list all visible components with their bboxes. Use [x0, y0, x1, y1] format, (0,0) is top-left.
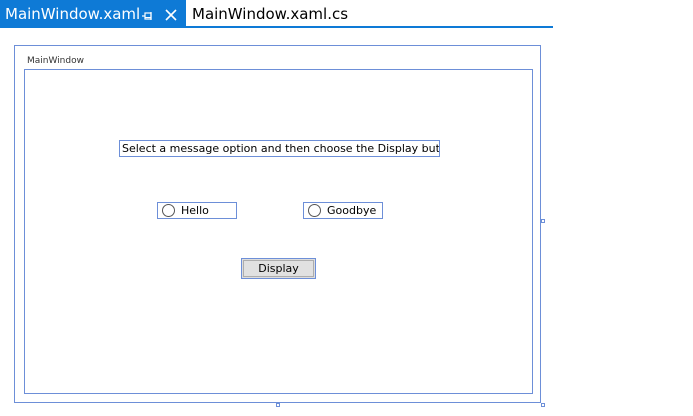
instruction-textblock[interactable]: Select a message option and then choose … — [119, 140, 440, 157]
tab-label: MainWindow.xaml — [5, 5, 141, 23]
tab-mainwindow-xaml[interactable]: MainWindow.xaml — [0, 0, 186, 28]
display-button[interactable]: Display — [241, 258, 316, 279]
radio-label: Goodbye — [327, 204, 377, 217]
tab-mainwindow-xaml-cs[interactable]: MainWindow.xaml.cs — [186, 0, 349, 26]
close-icon[interactable] — [164, 7, 178, 21]
radio-label: Hello — [181, 204, 209, 217]
display-button-label: Display — [243, 260, 314, 277]
tab-label: MainWindow.xaml.cs — [192, 5, 349, 23]
resize-handle-bottom[interactable] — [276, 403, 280, 407]
radio-circle-icon — [162, 204, 175, 217]
xaml-designer-view: MainWindow.xaml MainWindow.xaml.cs MainW… — [0, 0, 693, 416]
resize-handle-right[interactable] — [541, 219, 545, 223]
window-client-area[interactable] — [24, 69, 533, 394]
document-tab-strip: MainWindow.xaml MainWindow.xaml.cs — [0, 0, 553, 28]
tab-underline — [0, 26, 553, 28]
pin-icon[interactable] — [140, 8, 154, 22]
hello-radio-button[interactable]: Hello — [157, 202, 237, 219]
goodbye-radio-button[interactable]: Goodbye — [303, 202, 383, 219]
radio-circle-icon — [308, 204, 321, 217]
resize-handle-corner[interactable] — [541, 403, 545, 407]
window-title: MainWindow — [27, 56, 84, 66]
